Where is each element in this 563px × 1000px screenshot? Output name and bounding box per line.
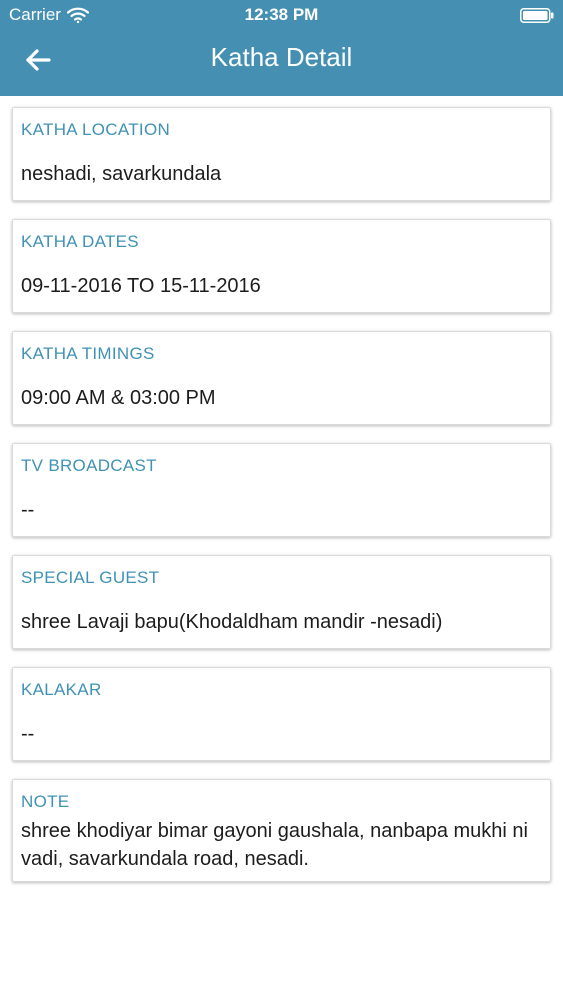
card-value: 09-11-2016 TO 15-11-2016: [21, 275, 261, 297]
detail-card-special-guest: SPECIAL GUEST shree Lavaji bapu(Khodaldh…: [12, 555, 551, 649]
status-time: 12:38 PM: [244, 5, 319, 24]
header: Carrier 12:38 PM Katha Detail: [0, 0, 563, 96]
navigation-bar: Katha Detail: [0, 32, 563, 96]
card-label: TV BROADCAST: [21, 456, 157, 475]
card-value: shree Lavaji bapu(Khodaldham mandir -nes…: [21, 611, 443, 633]
card-value: neshadi, savarkundala: [21, 163, 222, 185]
detail-card-katha-timings: KATHA TIMINGS 09:00 AM & 03:00 PM: [12, 331, 551, 425]
card-label: KALAKAR: [21, 680, 102, 699]
card-label: SPECIAL GUEST: [21, 568, 160, 587]
card-value: --: [21, 723, 35, 745]
card-value: 09:00 AM & 03:00 PM: [21, 387, 216, 409]
card-value: --: [21, 499, 35, 521]
card-label: KATHA LOCATION: [21, 120, 171, 139]
detail-card-katha-location: KATHA LOCATION neshadi, savarkundala: [12, 107, 551, 201]
detail-list: KATHA LOCATION neshadi, savarkundala KAT…: [12, 107, 551, 900]
card-label: NOTE: [21, 792, 70, 811]
detail-card-kalakar: KALAKAR --: [12, 667, 551, 761]
status-bar: Carrier 12:38 PM: [0, 0, 563, 32]
detail-card-katha-dates: KATHA DATES 09-11-2016 TO 15-11-2016: [12, 219, 551, 313]
detail-card-note: NOTE shree khodiyar bimar gayoni gaushal…: [12, 779, 551, 882]
card-label: KATHA TIMINGS: [21, 344, 155, 363]
battery-icon: [520, 8, 554, 23]
detail-card-tv-broadcast: TV BROADCAST --: [12, 443, 551, 537]
page-title: Katha Detail: [210, 42, 353, 72]
card-value: shree khodiyar bimar gayoni gaushala, na…: [21, 820, 528, 870]
card-label: KATHA DATES: [21, 232, 139, 251]
